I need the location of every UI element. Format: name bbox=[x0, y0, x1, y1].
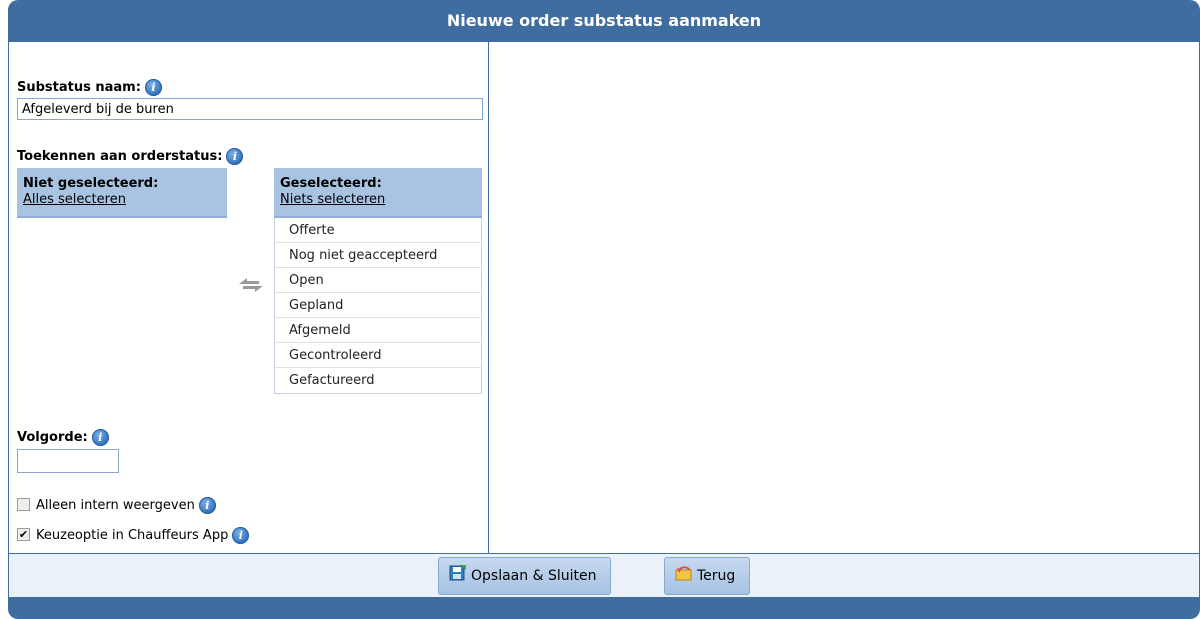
info-icon[interactable]: i bbox=[144, 79, 162, 96]
substatus-name-input[interactable] bbox=[17, 98, 483, 120]
not-selected-box-header: Niet geselecteerd: Alles selecteren bbox=[17, 168, 227, 218]
chauffeurs-app-option-label: Keuzeoptie in Chauffeurs App bbox=[36, 528, 229, 543]
intern-option-label: Alleen intern weergeven bbox=[36, 498, 195, 513]
volgorde-input[interactable] bbox=[17, 449, 119, 473]
form-left-column: Substatus naam:i Toekennen aan orderstat… bbox=[9, 42, 489, 553]
orderstatus-label-row: Toekennen aan orderstatus: i bbox=[17, 148, 244, 165]
chauffeurs-app-option-row: ✔ Keuzeoptie in Chauffeurs App i bbox=[17, 526, 250, 546]
list-item[interactable]: Gefactureerd bbox=[275, 368, 481, 393]
selected-heading: Geselecteerd: bbox=[280, 176, 382, 191]
form-panel: Substatus naam:i Toekennen aan orderstat… bbox=[8, 42, 1200, 553]
selected-box-header: Geselecteerd: Niets selecteren bbox=[274, 168, 482, 218]
title-bar: Nieuwe order substatus aanmaken bbox=[8, 0, 1200, 42]
select-all-link[interactable]: Alles selecteren bbox=[23, 192, 221, 208]
list-item[interactable]: Nog niet geaccepteerd bbox=[275, 243, 481, 268]
not-selected-heading: Niet geselecteerd: bbox=[23, 176, 159, 191]
back-icon bbox=[675, 566, 692, 581]
list-item[interactable]: Open bbox=[275, 268, 481, 293]
list-item[interactable]: Gecontroleerd bbox=[275, 343, 481, 368]
back-label: Terug bbox=[697, 568, 736, 584]
intern-option-row: Alleen intern weergeven i bbox=[17, 496, 216, 516]
bottom-bar bbox=[8, 597, 1200, 619]
dialog-title: Nieuwe order substatus aanmaken bbox=[446, 11, 762, 30]
info-icon[interactable]: i bbox=[226, 148, 244, 165]
intern-checkbox[interactable] bbox=[17, 498, 30, 511]
swap-arrows-icon[interactable] bbox=[235, 275, 267, 295]
info-icon[interactable]: i bbox=[198, 497, 216, 514]
volgorde-label-row: Volgorde: i bbox=[17, 429, 109, 446]
dialog-window: Nieuwe order substatus aanmaken Substatu… bbox=[8, 0, 1200, 619]
selected-status-list: Offerte Nog niet geaccepteerd Open Gepla… bbox=[274, 218, 482, 394]
list-item[interactable]: Offerte bbox=[275, 218, 481, 243]
list-item[interactable]: Afgemeld bbox=[275, 318, 481, 343]
list-item[interactable]: Gepland bbox=[275, 293, 481, 318]
chauffeurs-app-checkbox[interactable]: ✔ bbox=[17, 528, 30, 541]
volgorde-label: Volgorde: bbox=[17, 430, 88, 445]
orderstatus-label: Toekennen aan orderstatus: bbox=[17, 149, 223, 164]
save-close-button[interactable]: Opslaan & Sluiten bbox=[438, 557, 612, 595]
substatus-name-label: Substatus naam: bbox=[17, 80, 141, 95]
save-icon bbox=[449, 565, 466, 581]
substatus-name-label-row: Substatus naam: i bbox=[17, 79, 162, 96]
info-icon[interactable]: i bbox=[232, 527, 250, 544]
select-none-link[interactable]: Niets selecteren bbox=[280, 192, 476, 208]
back-button[interactable]: Terug bbox=[664, 557, 751, 595]
info-icon[interactable]: i bbox=[91, 429, 109, 446]
footer-bar: Opslaan & Sluiten Terug bbox=[8, 553, 1200, 597]
save-close-label: Opslaan & Sluiten bbox=[471, 568, 597, 584]
